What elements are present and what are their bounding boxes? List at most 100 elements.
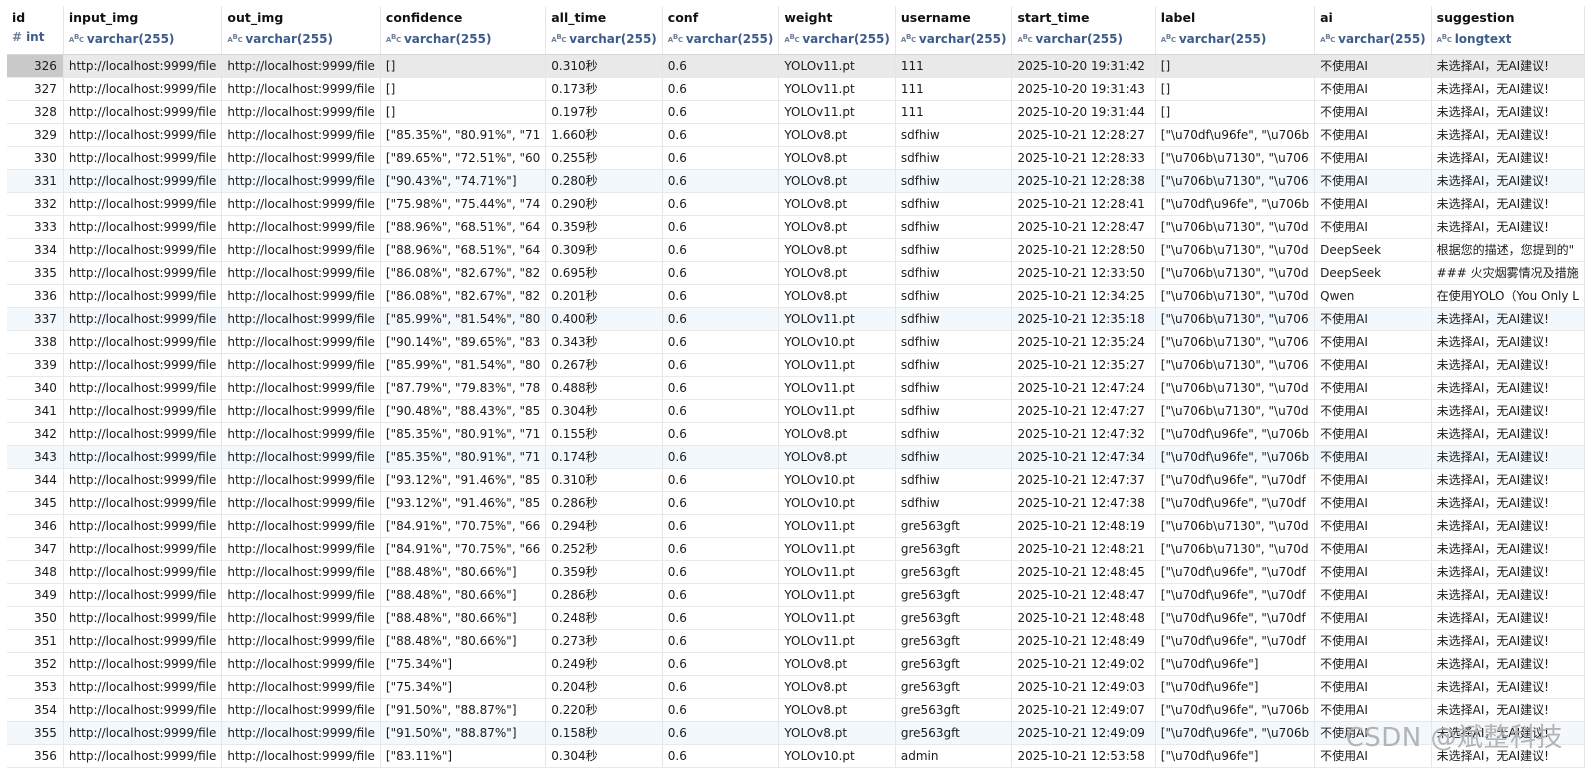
cell-ai[interactable]: 不使用AI	[1314, 376, 1432, 400]
cell-label[interactable]: ["\u706b\u7130", "\u70d	[1155, 284, 1316, 308]
cell-start-time[interactable]: 2025-10-21 12:49:09	[1011, 721, 1156, 745]
cell-start-time[interactable]: 2025-10-21 12:49:07	[1011, 698, 1156, 722]
cell-label[interactable]: ["\u706b\u7130", "\u706	[1155, 330, 1316, 354]
cell-confidence[interactable]: ["88.48%", "80.66%"]	[380, 583, 547, 607]
cell-label[interactable]: ["\u706b\u7130", "\u70d	[1155, 238, 1316, 262]
cell-id[interactable]: 330	[7, 146, 64, 170]
cell-input-img[interactable]: http://localhost:9999/file	[63, 629, 223, 653]
cell-all-time[interactable]: 0.294秒	[545, 514, 663, 538]
table-row[interactable]: 327 http://localhost:9999/file http://loca…	[7, 77, 1585, 101]
cell-weight[interactable]: YOLOv8.pt	[778, 215, 896, 239]
cell-input-img[interactable]: http://localhost:9999/file	[63, 284, 223, 308]
cell-suggestion[interactable]: 根据您的描述，您提到的"	[1431, 238, 1585, 262]
cell-all-time[interactable]: 0.310秒	[545, 468, 663, 492]
cell-ai[interactable]: 不使用AI	[1314, 606, 1432, 630]
cell-label[interactable]: ["\u70df\u96fe", "\u706b	[1155, 721, 1316, 745]
cell-confidence[interactable]: ["86.08%", "82.67%", "82	[380, 284, 547, 308]
cell-confidence[interactable]: []	[380, 77, 547, 101]
cell-all-time[interactable]: 0.197秒	[545, 100, 663, 124]
table-row[interactable]: 336 http://localhost:9999/file http://loca…	[7, 284, 1585, 308]
cell-username[interactable]: sdfhiw	[895, 169, 1013, 193]
cell-username[interactable]: gre563gft	[895, 583, 1013, 607]
cell-all-time[interactable]: 0.400秒	[545, 307, 663, 331]
cell-label[interactable]: ["\u70df\u96fe", "\u706b	[1155, 422, 1316, 446]
cell-username[interactable]: sdfhiw	[895, 468, 1013, 492]
cell-out-img[interactable]: http://localhost:9999/file	[221, 54, 381, 78]
cell-weight[interactable]: YOLOv8.pt	[778, 422, 896, 446]
cell-ai[interactable]: 不使用AI	[1314, 146, 1432, 170]
cell-all-time[interactable]: 0.252秒	[545, 537, 663, 561]
cell-confidence[interactable]: ["88.96%", "68.51%", "64	[380, 215, 547, 239]
cell-username[interactable]: sdfhiw	[895, 330, 1013, 354]
cell-start-time[interactable]: 2025-10-21 12:48:19	[1011, 514, 1156, 538]
cell-label[interactable]: []	[1155, 100, 1316, 124]
cell-out-img[interactable]: http://localhost:9999/file	[221, 261, 381, 285]
cell-ai[interactable]: 不使用AI	[1314, 583, 1432, 607]
cell-weight[interactable]: YOLOv11.pt	[778, 629, 896, 653]
table-row[interactable]: 341 http://localhost:9999/file http://loca…	[7, 399, 1585, 423]
cell-label[interactable]: []	[1155, 54, 1316, 78]
table-row[interactable]: 328 http://localhost:9999/file http://loca…	[7, 100, 1585, 124]
column-header-weight[interactable]: weight ABC varchar(255)	[778, 6, 896, 55]
cell-input-img[interactable]: http://localhost:9999/file	[63, 583, 223, 607]
cell-label[interactable]: ["\u706b\u7130", "\u706	[1155, 353, 1316, 377]
cell-confidence[interactable]: ["89.65%", "72.51%", "60	[380, 146, 547, 170]
cell-label[interactable]: ["\u70df\u96fe"]	[1155, 675, 1316, 699]
cell-weight[interactable]: YOLOv11.pt	[778, 353, 896, 377]
table-row[interactable]: 333 http://localhost:9999/file http://loca…	[7, 215, 1585, 239]
cell-confidence[interactable]: ["91.50%", "88.87%"]	[380, 698, 547, 722]
cell-out-img[interactable]: http://localhost:9999/file	[221, 491, 381, 515]
cell-username[interactable]: gre563gft	[895, 560, 1013, 584]
cell-suggestion[interactable]: 未选择AI，无AI建议!	[1431, 629, 1585, 653]
cell-confidence[interactable]: ["84.91%", "70.75%", "66	[380, 514, 547, 538]
cell-out-img[interactable]: http://localhost:9999/file	[221, 123, 381, 147]
cell-out-img[interactable]: http://localhost:9999/file	[221, 192, 381, 216]
cell-conf[interactable]: 0.6	[662, 606, 780, 630]
cell-input-img[interactable]: http://localhost:9999/file	[63, 537, 223, 561]
cell-start-time[interactable]: 2025-10-21 12:48:48	[1011, 606, 1156, 630]
cell-start-time[interactable]: 2025-10-21 12:53:58	[1011, 744, 1156, 768]
cell-confidence[interactable]: ["85.35%", "80.91%", "71	[380, 422, 547, 446]
cell-conf[interactable]: 0.6	[662, 629, 780, 653]
cell-conf[interactable]: 0.6	[662, 215, 780, 239]
cell-ai[interactable]: 不使用AI	[1314, 192, 1432, 216]
cell-label[interactable]: ["\u70df\u96fe", "\u70df	[1155, 468, 1316, 492]
cell-suggestion[interactable]: 未选择AI，无AI建议!	[1431, 169, 1585, 193]
cell-conf[interactable]: 0.6	[662, 192, 780, 216]
cell-conf[interactable]: 0.6	[662, 399, 780, 423]
column-header-conf[interactable]: conf ABC varchar(255)	[662, 6, 780, 55]
cell-start-time[interactable]: 2025-10-21 12:47:27	[1011, 399, 1156, 423]
column-header-input-img[interactable]: input_img ABC varchar(255)	[63, 6, 223, 55]
cell-confidence[interactable]: ["75.34%"]	[380, 675, 547, 699]
cell-all-time[interactable]: 0.286秒	[545, 491, 663, 515]
cell-id[interactable]: 338	[7, 330, 64, 354]
cell-conf[interactable]: 0.6	[662, 721, 780, 745]
cell-input-img[interactable]: http://localhost:9999/file	[63, 698, 223, 722]
cell-start-time[interactable]: 2025-10-21 12:34:25	[1011, 284, 1156, 308]
cell-conf[interactable]: 0.6	[662, 261, 780, 285]
cell-confidence[interactable]: ["90.43%", "74.71%"]	[380, 169, 547, 193]
table-row[interactable]: 330 http://localhost:9999/file http://loca…	[7, 146, 1585, 170]
cell-weight[interactable]: YOLOv10.pt	[778, 744, 896, 768]
table-row[interactable]: 326 http://localhost:9999/file http://loca…	[7, 54, 1585, 78]
cell-ai[interactable]: DeepSeek	[1314, 238, 1432, 262]
cell-conf[interactable]: 0.6	[662, 307, 780, 331]
cell-id[interactable]: 337	[7, 307, 64, 331]
column-header-id[interactable]: id # int	[7, 6, 64, 55]
cell-label[interactable]: ["\u70df\u96fe", "\u70df	[1155, 583, 1316, 607]
cell-suggestion[interactable]: 未选择AI，无AI建议!	[1431, 123, 1585, 147]
cell-id[interactable]: 335	[7, 261, 64, 285]
cell-label[interactable]: ["\u706b\u7130", "\u706	[1155, 146, 1316, 170]
cell-all-time[interactable]: 0.155秒	[545, 422, 663, 446]
cell-username[interactable]: gre563gft	[895, 514, 1013, 538]
cell-id[interactable]: 349	[7, 583, 64, 607]
cell-all-time[interactable]: 0.280秒	[545, 169, 663, 193]
cell-id[interactable]: 326	[7, 54, 64, 78]
cell-out-img[interactable]: http://localhost:9999/file	[221, 652, 381, 676]
cell-confidence[interactable]: ["90.14%", "89.65%", "83	[380, 330, 547, 354]
cell-suggestion[interactable]: 未选择AI，无AI建议!	[1431, 537, 1585, 561]
cell-suggestion[interactable]: 未选择AI，无AI建议!	[1431, 560, 1585, 584]
cell-ai[interactable]: 不使用AI	[1314, 353, 1432, 377]
cell-conf[interactable]: 0.6	[662, 583, 780, 607]
cell-weight[interactable]: YOLOv11.pt	[778, 307, 896, 331]
